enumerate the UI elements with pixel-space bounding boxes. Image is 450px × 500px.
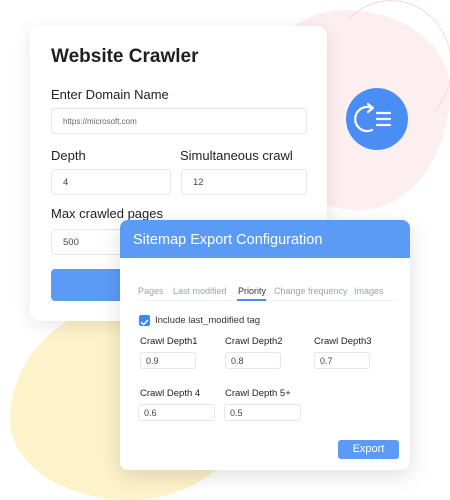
tab-priority[interactable]: Priority (238, 286, 266, 296)
tab-images[interactable]: Images (354, 286, 384, 296)
crawl-depth1-label: Crawl Depth1 (140, 336, 198, 347)
tab-divider (138, 300, 398, 301)
crawl-depth4-input[interactable]: 0.6 (138, 404, 215, 421)
crawl-depth5-input[interactable]: 0.5 (224, 404, 301, 421)
active-tab-indicator (237, 299, 266, 301)
crawl-depth2-label: Crawl Depth2 (225, 336, 283, 347)
simultaneous-label: Simultaneous crawl (180, 148, 293, 163)
depth-input[interactable]: 4 (51, 169, 171, 195)
crawl-depth5-label: Crawl Depth 5+ (225, 388, 291, 399)
simultaneous-input[interactable]: 12 (181, 169, 307, 195)
sitemap-icon-badge (346, 88, 408, 150)
sitemap-title: Sitemap Export Configuration (133, 232, 323, 248)
max-pages-label: Max crawled pages (51, 206, 163, 221)
include-lastmod-label: Include last_modified tag (155, 315, 261, 326)
crawl-depth1-input[interactable]: 0.9 (140, 352, 196, 369)
export-button[interactable]: Export (338, 440, 399, 459)
sitemap-header: Sitemap Export Configuration (120, 220, 410, 258)
include-lastmod-checkbox[interactable] (139, 315, 150, 326)
crawl-depth4-label: Crawl Depth 4 (140, 388, 201, 399)
checkmark-icon (140, 319, 149, 326)
tab-last-modified[interactable]: Last modified (173, 286, 227, 296)
sitemap-list-icon (354, 102, 392, 133)
domain-label: Enter Domain Name (51, 87, 169, 102)
tab-change-frequency[interactable]: Change frequency (274, 286, 348, 296)
domain-input[interactable]: https://microsoft.com (51, 108, 307, 134)
depth-label: Depth (51, 148, 86, 163)
crawl-depth3-label: Crawl Depth3 (314, 336, 372, 347)
tab-pages[interactable]: Pages (138, 286, 164, 296)
sitemap-export-card: Sitemap Export Configuration Pages Last … (120, 220, 410, 470)
crawler-title: Website Crawler (51, 46, 199, 67)
crawl-depth3-input[interactable]: 0.7 (314, 352, 370, 369)
crawl-depth2-input[interactable]: 0.8 (225, 352, 281, 369)
sitemap-tabs: Pages Last modified Priority Change freq… (138, 286, 400, 300)
